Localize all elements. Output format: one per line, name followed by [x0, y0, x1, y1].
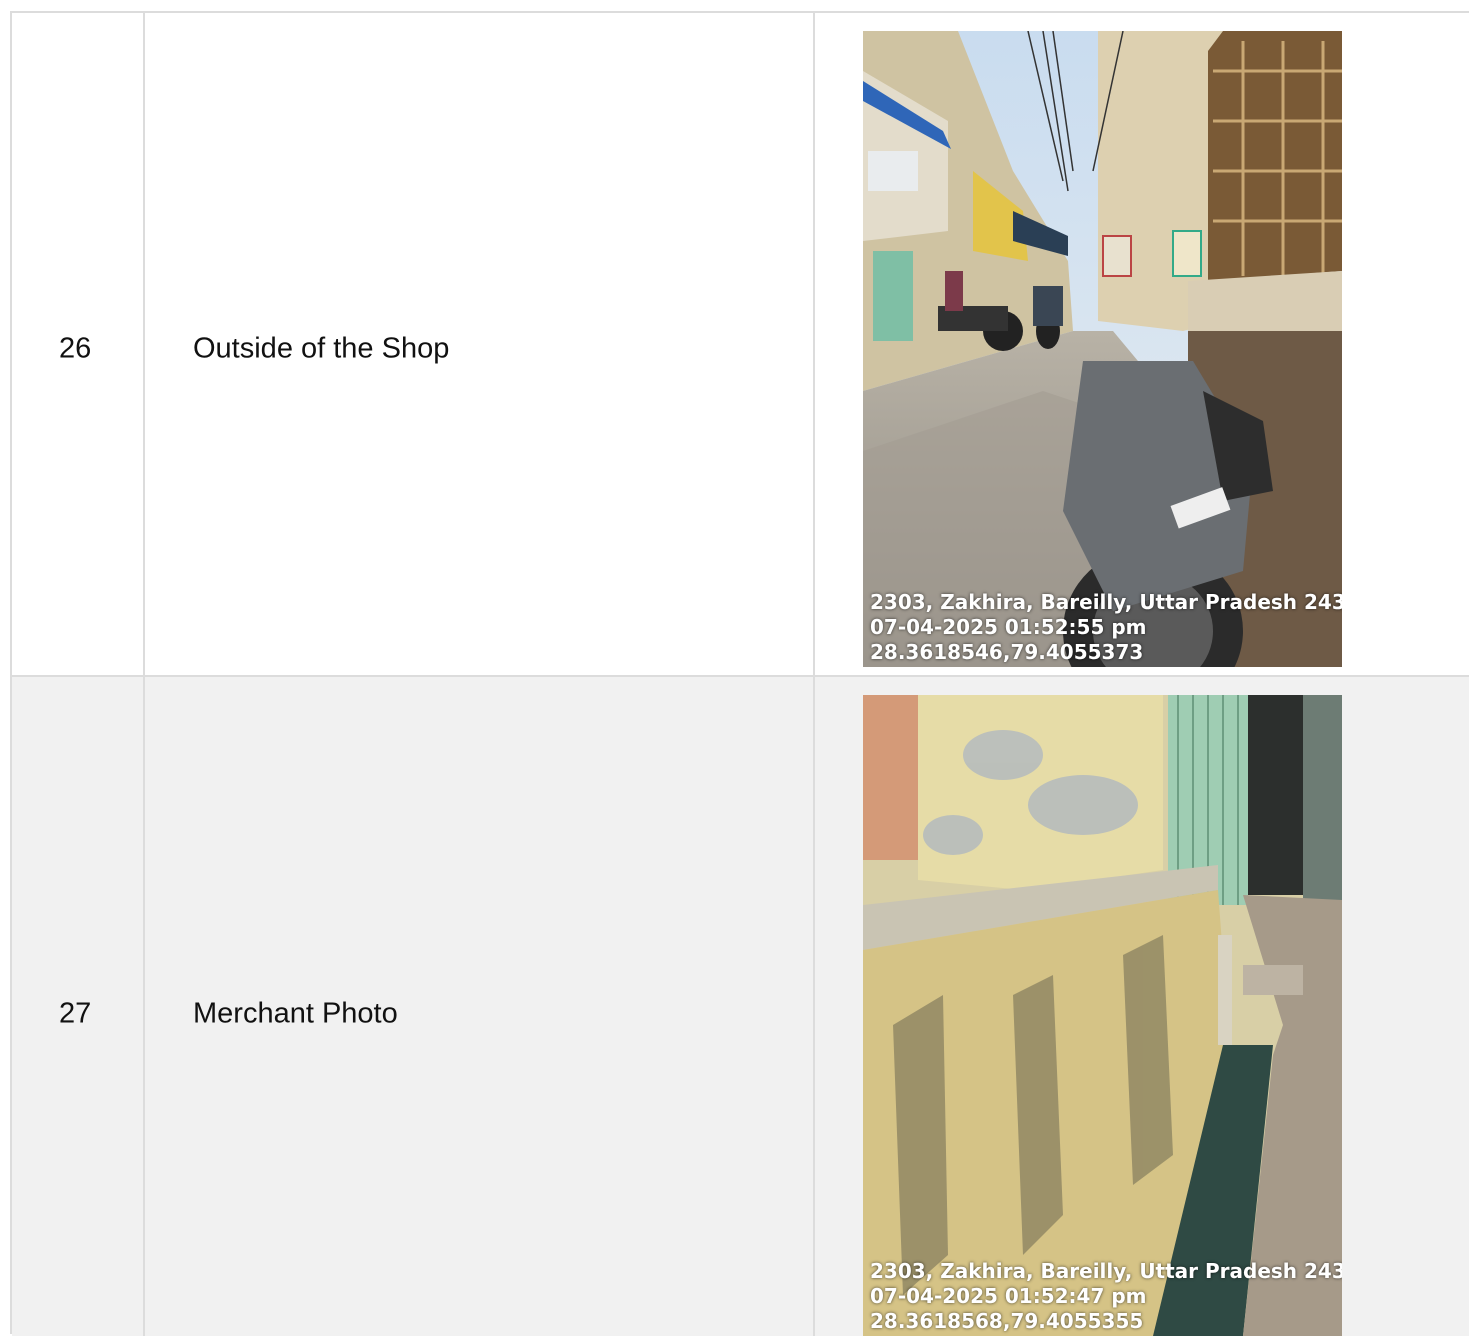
stamp-address: 2303, Zakhira, Bareilly, Uttar Pradesh 2… [870, 1259, 1342, 1283]
number-cell: 26 [12, 13, 145, 675]
description-cell: Merchant Photo [145, 677, 815, 1336]
description-cell: Outside of the Shop [145, 13, 815, 675]
shop-exterior-photo: 2303, Zakhira, Bareilly, Uttar Pradesh 2… [863, 31, 1342, 667]
stamp-datetime: 07-04-2025 01:52:47 pm [870, 1284, 1147, 1308]
table-row: 27 Merchant Photo 2303, Zakhira, Bareill… [12, 677, 1469, 1336]
stamp-coordinates: 28.3618568,79.4055355 [870, 1309, 1144, 1333]
photo-geotag-stamp: 2303, Zakhira, Bareilly, Uttar Pradesh 2… [870, 590, 1342, 665]
number-cell: 27 [12, 677, 145, 1336]
stamp-coordinates: 28.3618546,79.4055373 [870, 640, 1144, 664]
table-row: 26 Outside of the Shop 2303, Zakhira, Ba… [12, 13, 1469, 677]
row-number: 26 [59, 332, 92, 365]
row-number: 27 [59, 997, 92, 1030]
photo-cell: 2303, Zakhira, Bareilly, Uttar Pradesh 2… [815, 677, 1469, 1336]
merchant-photo: 2303, Zakhira, Bareilly, Uttar Pradesh 2… [863, 695, 1342, 1336]
photo-cell: 2303, Zakhira, Bareilly, Uttar Pradesh 2… [815, 13, 1469, 675]
stamp-datetime: 07-04-2025 01:52:55 pm [870, 615, 1147, 639]
photo-table: 26 Outside of the Shop 2303, Zakhira, Ba… [10, 11, 1469, 1336]
street-scene-image [863, 31, 1342, 667]
photo-geotag-stamp: 2303, Zakhira, Bareilly, Uttar Pradesh 2… [870, 1259, 1342, 1334]
row-label: Outside of the Shop [193, 332, 450, 365]
stamp-address: 2303, Zakhira, Bareilly, Uttar Pradesh 2… [870, 590, 1342, 614]
row-label: Merchant Photo [193, 997, 398, 1030]
wall-drain-image [863, 695, 1342, 1336]
